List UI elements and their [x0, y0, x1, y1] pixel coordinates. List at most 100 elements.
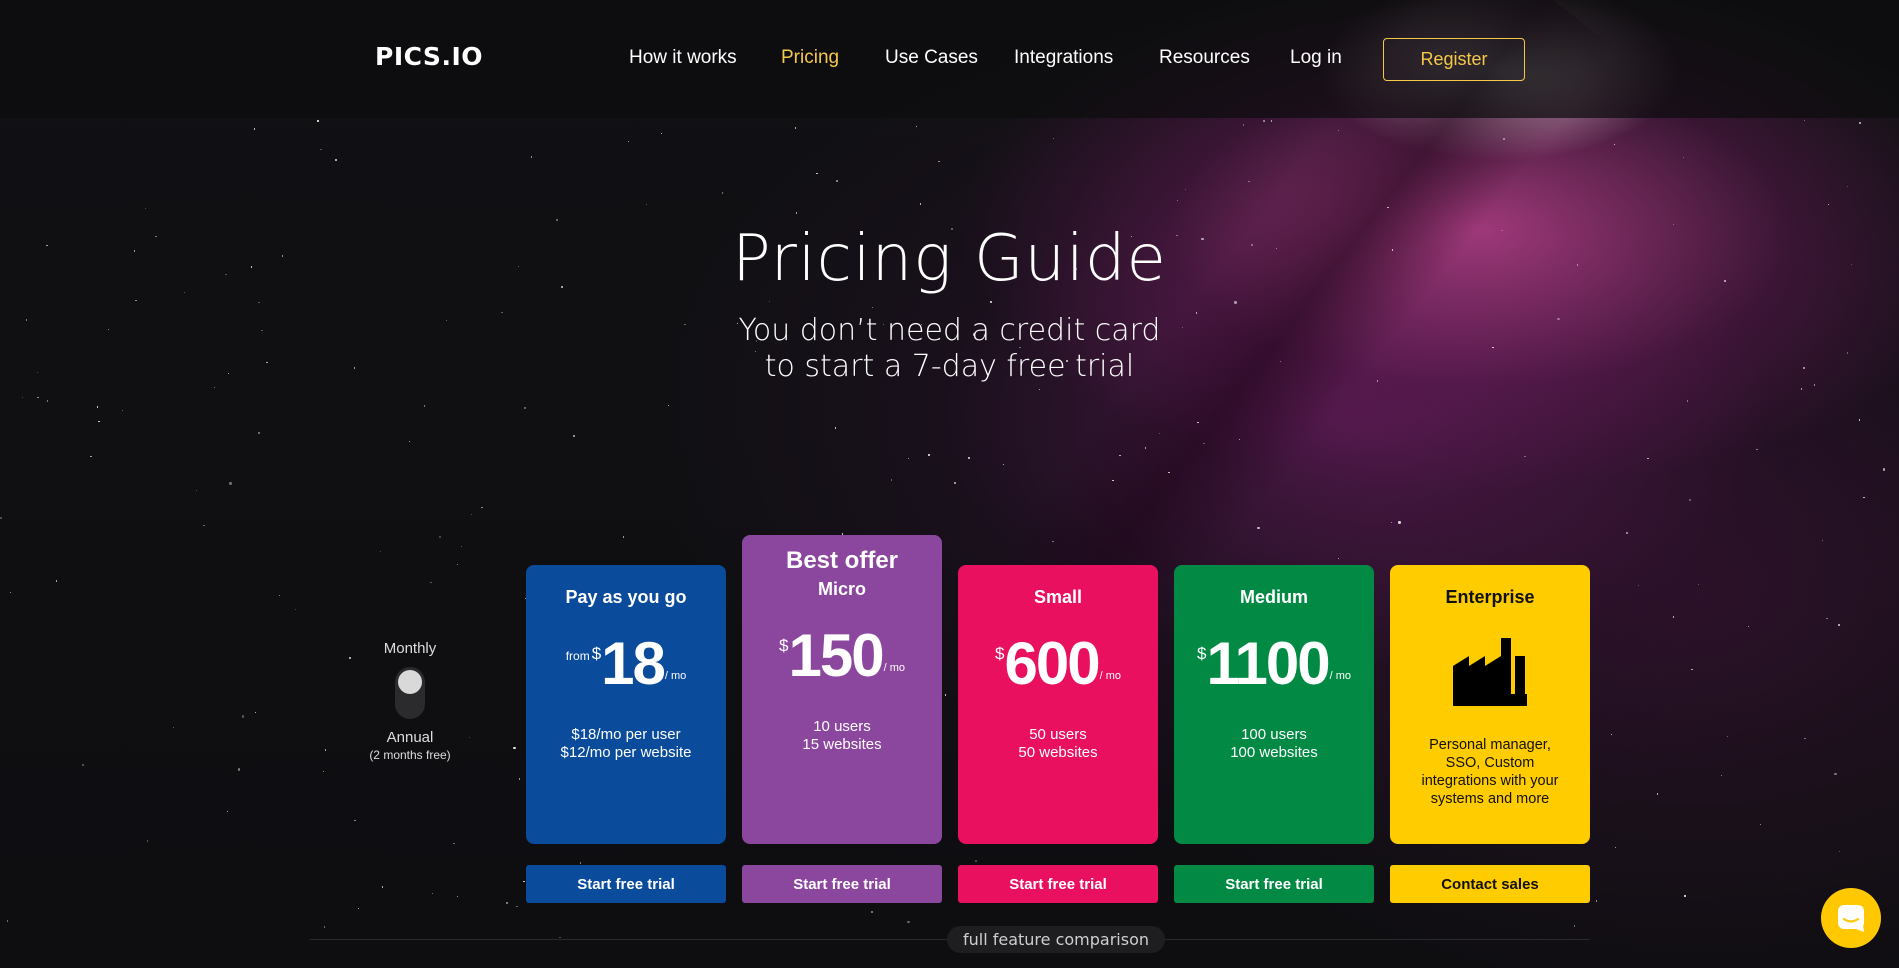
chat-icon	[1838, 905, 1864, 932]
star	[324, 749, 326, 751]
star	[1801, 388, 1803, 390]
star	[430, 581, 432, 584]
star	[1337, 557, 1340, 560]
star	[1834, 772, 1837, 776]
star	[1257, 527, 1260, 530]
plan-description-line: 100 users	[1241, 726, 1307, 743]
star	[990, 301, 992, 303]
star	[456, 895, 459, 898]
subtitle-line-1: You don’t need a credit card	[738, 313, 1161, 348]
plan-description: 10 users 15 websites	[742, 718, 942, 754]
star	[229, 482, 232, 485]
star	[470, 514, 473, 516]
star	[121, 409, 124, 412]
plan-name: Micro	[817, 579, 866, 599]
star	[1697, 584, 1700, 586]
star	[1684, 895, 1686, 897]
price-currency: $	[995, 644, 1005, 663]
nav-link-log-in[interactable]: Log in	[1290, 47, 1342, 69]
start-free-trial-button-pay-as-you-go[interactable]: Start free trial	[526, 865, 726, 903]
star	[1859, 419, 1861, 421]
monthly-label[interactable]: Monthly	[350, 640, 470, 657]
star	[907, 921, 910, 924]
plan-description-line: $12/mo per website	[560, 744, 692, 761]
star	[1686, 400, 1689, 402]
star	[1672, 616, 1675, 618]
star	[531, 156, 533, 158]
toggle-knob[interactable]	[398, 670, 422, 694]
star	[559, 936, 561, 939]
start-free-trial-button-micro[interactable]: Start free trial	[742, 865, 942, 903]
chat-launcher-button[interactable]	[1821, 888, 1881, 948]
star	[381, 886, 384, 888]
star	[1337, 129, 1340, 132]
start-free-trial-button-medium[interactable]: Start free trial	[1174, 865, 1374, 903]
price-currency: $	[1196, 644, 1207, 663]
star	[1637, 585, 1639, 587]
star	[135, 299, 137, 302]
star	[1826, 617, 1828, 619]
billing-period-toggle[interactable]	[395, 667, 425, 719]
star	[1595, 900, 1598, 902]
plan-description: 50 users 50 websites	[958, 726, 1158, 762]
star	[1203, 443, 1205, 445]
star	[146, 840, 148, 842]
star	[1398, 521, 1401, 524]
star	[317, 120, 319, 122]
star	[253, 128, 256, 130]
nav-link-how-it-works[interactable]: How it works	[629, 47, 737, 69]
register-button[interactable]: Register	[1383, 38, 1525, 81]
star	[870, 910, 873, 914]
best-offer-badge: Best offer	[785, 547, 899, 574]
contact-sales-button[interactable]: Contact sales	[1390, 865, 1590, 903]
star	[627, 140, 630, 142]
star	[1168, 471, 1170, 474]
nav-link-use-cases[interactable]: Use Cases	[885, 47, 978, 69]
star	[928, 454, 930, 456]
nav-link-pricing[interactable]: Pricing	[781, 47, 839, 69]
star	[295, 608, 297, 610]
star	[915, 125, 918, 128]
logo[interactable]: PICS.IO	[375, 42, 483, 71]
star	[1613, 143, 1615, 145]
star	[1838, 624, 1840, 626]
plan-description: Personal manager, SSO, Custom integratio…	[1421, 737, 1559, 807]
star	[172, 726, 175, 729]
star	[1573, 925, 1576, 927]
star	[1242, 124, 1245, 126]
star	[1726, 735, 1728, 738]
star	[1234, 301, 1237, 304]
star	[579, 862, 582, 864]
star	[1270, 120, 1273, 122]
star	[196, 489, 198, 492]
star	[523, 880, 525, 883]
full-feature-comparison-button[interactable]: full feature comparison	[947, 926, 1165, 953]
plan-price: $ 600 / mo	[958, 632, 1158, 702]
annual-label[interactable]: Annual	[350, 729, 470, 746]
star	[55, 580, 58, 582]
star	[96, 406, 99, 408]
price-amount: 18	[601, 630, 666, 697]
star	[1691, 669, 1693, 671]
plan-card-pay-as-you-go: Pay as you go from $ 18 / mo $18/mo per …	[526, 565, 726, 844]
star	[213, 387, 216, 389]
star	[1721, 774, 1723, 776]
plan-description-line: 10 users	[813, 718, 871, 735]
price-currency: $	[591, 644, 602, 663]
star	[1263, 120, 1265, 122]
plan-description-line: 50 users	[1029, 726, 1087, 743]
nav-link-resources[interactable]: Resources	[1159, 47, 1250, 69]
page-subtitle: You don’t need a credit card to start a …	[0, 313, 1899, 385]
start-free-trial-button-small[interactable]: Start free trial	[958, 865, 1158, 903]
star	[1804, 119, 1806, 121]
star	[258, 432, 260, 434]
star	[667, 405, 670, 407]
star	[460, 545, 463, 548]
star	[1882, 468, 1886, 471]
star	[1804, 738, 1806, 740]
billing-period-toggle-group: Monthly Annual (2 months free)	[350, 640, 470, 762]
nav-link-integrations[interactable]: Integrations	[1014, 47, 1113, 69]
star	[354, 819, 356, 822]
star	[1760, 823, 1762, 825]
plan-card-medium: Medium $ 1100 / mo 100 users 100 website…	[1174, 565, 1374, 844]
